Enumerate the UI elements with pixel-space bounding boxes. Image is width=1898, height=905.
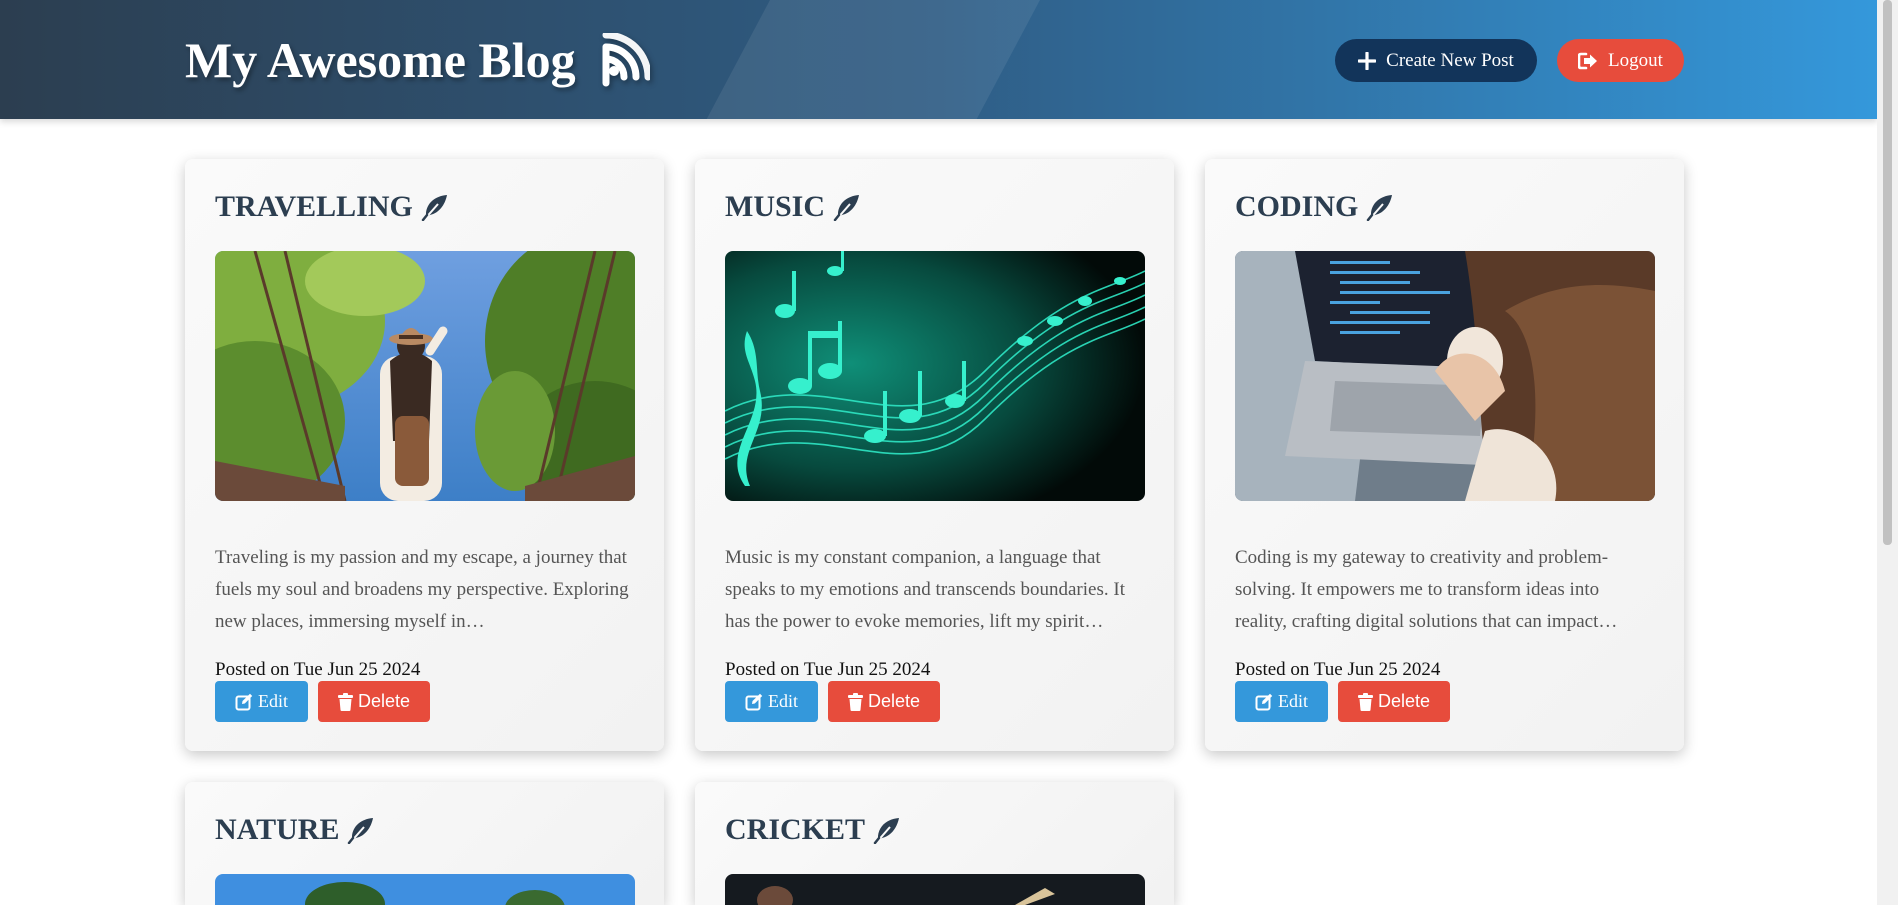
post-title[interactable]: TRAVELLING [215, 189, 449, 225]
cricket-photo [725, 874, 1145, 905]
post-image [1235, 251, 1655, 501]
post-title[interactable]: NATURE [215, 812, 375, 848]
post-card: NATURE [185, 782, 664, 905]
post-title-text: CODING [1235, 190, 1359, 223]
post-title[interactable]: CRICKET [725, 812, 901, 848]
create-new-post-label: Create New Post [1386, 49, 1514, 71]
scrollbar-thumb[interactable] [1883, 0, 1892, 545]
delete-label: Delete [357, 691, 411, 711]
edit-button[interactable]: Edit [1235, 681, 1328, 722]
sign-out-icon [1578, 52, 1598, 69]
post-excerpt: Music is my constant companion, a langua… [725, 547, 1125, 632]
post-title-text: MUSIC [725, 190, 826, 223]
edit-icon [235, 693, 253, 710]
post-card: CRICKET [695, 782, 1174, 905]
post-title-text: TRAVELLING [215, 190, 413, 223]
nature-photo [215, 874, 635, 905]
post-image [215, 251, 635, 501]
edit-button[interactable]: Edit [215, 681, 308, 722]
post-date: Posted on Tue Jun 25 2024 [725, 659, 931, 680]
page-scrollbar[interactable] [1877, 0, 1898, 905]
feather-icon [421, 195, 447, 221]
site-title[interactable]: My Awesome Blog [185, 28, 650, 92]
plus-icon [1358, 51, 1377, 70]
post-image [725, 251, 1145, 501]
edit-label: Edit [258, 691, 288, 711]
feather-icon [873, 818, 900, 844]
trash-icon [337, 692, 353, 711]
edit-button[interactable]: Edit [725, 681, 818, 722]
feather-icon [833, 195, 860, 221]
post-title[interactable]: CODING [1235, 189, 1394, 225]
edit-label: Edit [768, 691, 798, 711]
header-decoration [706, 0, 1040, 119]
coding-photo [1235, 251, 1655, 501]
trash-icon [847, 692, 863, 711]
create-new-post-button[interactable]: Create New Post [1335, 39, 1537, 82]
post-title[interactable]: MUSIC [725, 189, 861, 225]
post-title-text: CRICKET [725, 813, 866, 846]
travel-photo [215, 251, 635, 501]
rss-icon [602, 33, 650, 87]
delete-button[interactable]: Delete [318, 681, 430, 722]
edit-label: Edit [1278, 691, 1308, 711]
trash-icon [1357, 692, 1373, 711]
post-card: MUSIC Music is my constant companion, a … [695, 159, 1174, 751]
post-excerpt: Traveling is my passion and my escape, a… [215, 547, 629, 632]
music-photo [725, 251, 1145, 501]
logout-label: Logout [1608, 49, 1663, 71]
feather-icon [348, 818, 374, 844]
post-card: CODING Coding is my gateway to creativit… [1205, 159, 1684, 751]
delete-button[interactable]: Delete [1338, 681, 1450, 722]
site-header: My Awesome Blog Create New Post Logout [0, 0, 1877, 119]
post-date: Posted on Tue Jun 25 2024 [215, 659, 421, 680]
delete-button[interactable]: Delete [828, 681, 940, 722]
logout-button[interactable]: Logout [1557, 39, 1684, 82]
post-excerpt: Coding is my gateway to creativity and p… [1235, 547, 1618, 632]
edit-icon [745, 693, 763, 710]
site-title-text: My Awesome Blog [185, 32, 576, 88]
post-title-text: NATURE [215, 813, 340, 846]
feather-icon [1367, 195, 1393, 221]
delete-label: Delete [1377, 691, 1431, 711]
post-image [725, 874, 1145, 905]
delete-label: Delete [867, 691, 921, 711]
post-image [215, 874, 635, 905]
edit-icon [1255, 693, 1273, 710]
post-card: TRAVELLING Traveling is my passion and m… [185, 159, 664, 751]
post-date: Posted on Tue Jun 25 2024 [1235, 659, 1441, 680]
